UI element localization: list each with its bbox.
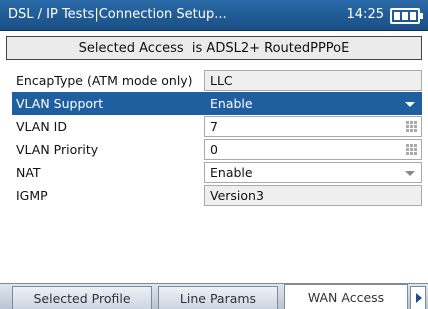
igmp-value: Version3 <box>210 188 264 203</box>
igmp-field: Version3 <box>204 185 422 206</box>
title-bar: DSL / IP Tests|Connection Setup... 14:25 <box>0 0 428 31</box>
battery-cell <box>410 12 416 20</box>
battery-cell <box>402 12 408 20</box>
keypad-icon[interactable] <box>406 144 417 155</box>
igmp-label: IGMP <box>16 188 48 203</box>
window-title: DSL / IP Tests|Connection Setup... <box>8 7 227 22</box>
selected-access-text: Selected Access is ADSL2+ RoutedPPPoE <box>78 40 350 56</box>
encap-type-field: LLC <box>204 70 422 91</box>
connection-setup-form: EncapType (ATM mode only) LLC VLAN Suppo… <box>12 69 422 207</box>
vlan-id-input[interactable]: 7 <box>204 116 422 137</box>
encap-type-value: LLC <box>210 73 233 88</box>
battery-cell <box>394 12 400 20</box>
vlan-id-row: VLAN ID 7 <box>16 115 422 138</box>
chevron-down-icon[interactable] <box>405 171 415 176</box>
encap-type-row: EncapType (ATM mode only) LLC <box>16 69 422 92</box>
tab-wan-access[interactable]: WAN Access <box>284 284 408 309</box>
tab-selected-profile[interactable]: Selected Profile <box>12 286 152 309</box>
vlan-support-value: Enable <box>210 96 253 111</box>
vlan-support-row[interactable]: VLAN Support Enable <box>12 92 422 115</box>
tab-line-params[interactable]: Line Params <box>158 286 278 309</box>
vlan-id-value: 7 <box>210 119 218 134</box>
tab-line-params-label: Line Params <box>179 291 257 306</box>
battery-icon <box>390 8 423 24</box>
igmp-row: IGMP Version3 <box>16 184 422 207</box>
vlan-priority-row: VLAN Priority 0 <box>16 138 422 161</box>
chevron-down-icon[interactable] <box>405 102 415 107</box>
clock: 14:25 <box>346 7 384 22</box>
nat-row: NAT Enable <box>16 161 422 184</box>
vlan-priority-value: 0 <box>210 142 218 157</box>
vlan-id-label: VLAN ID <box>16 119 67 134</box>
nat-label: NAT <box>16 165 41 180</box>
encap-type-label: EncapType (ATM mode only) <box>16 73 193 88</box>
vlan-support-label: VLAN Support <box>16 96 104 111</box>
tab-scroll-right-icon[interactable] <box>410 286 426 309</box>
nat-value: Enable <box>210 165 253 180</box>
vlan-priority-label: VLAN Priority <box>16 142 99 157</box>
selected-access-banner: Selected Access is ADSL2+ RoutedPPPoE <box>6 36 422 60</box>
nat-dropdown[interactable]: Enable <box>204 162 422 183</box>
tab-wan-access-label: WAN Access <box>307 290 385 305</box>
tab-selected-profile-label: Selected Profile <box>33 291 131 306</box>
tab-bar: Selected Profile Line Params WAN Access <box>0 283 428 309</box>
vlan-support-dropdown[interactable]: Enable <box>204 93 422 114</box>
keypad-icon[interactable] <box>406 121 417 132</box>
vlan-priority-input[interactable]: 0 <box>204 139 422 160</box>
